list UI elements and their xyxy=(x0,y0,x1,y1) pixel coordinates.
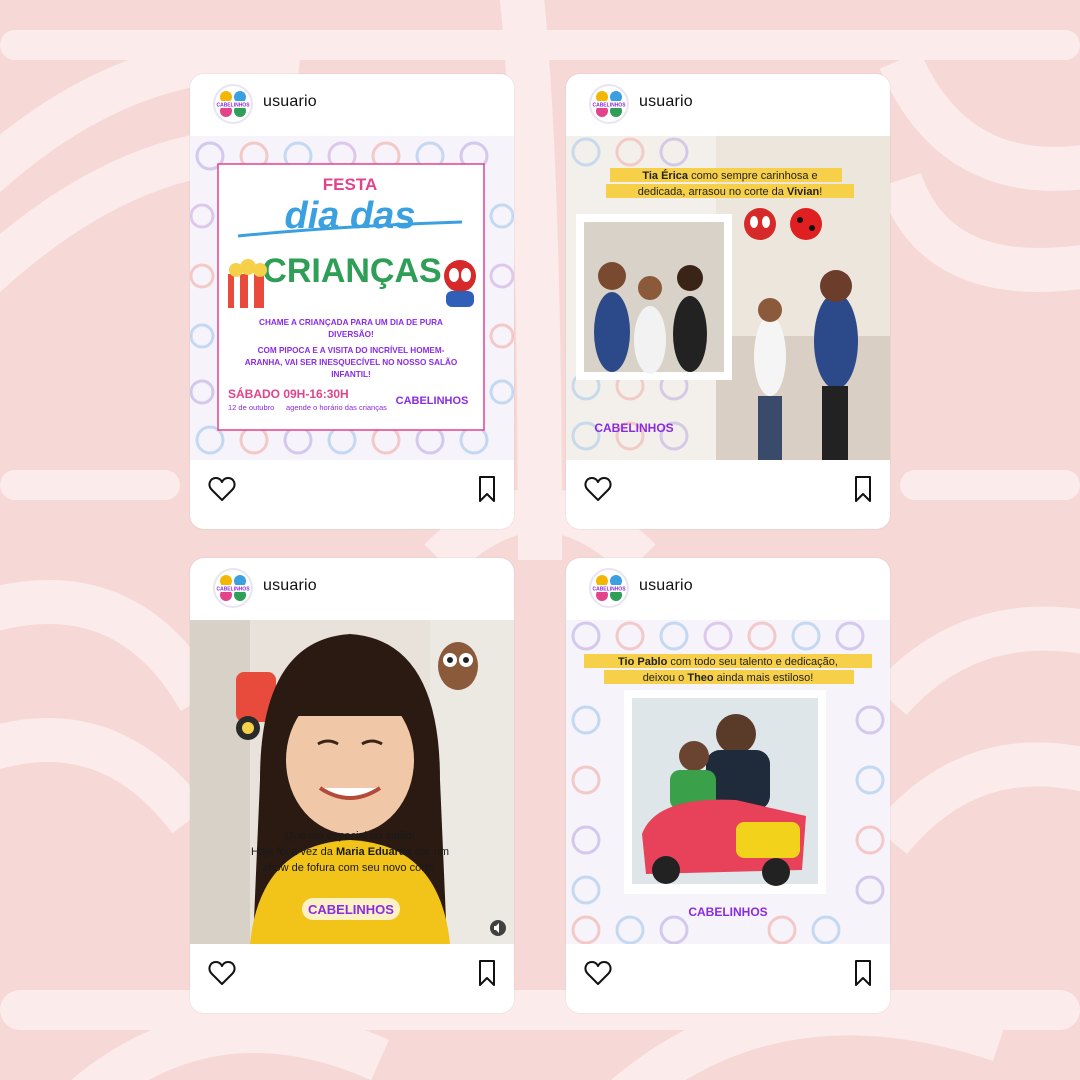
cabelinhos-logo-icon: CABELINHOS xyxy=(216,575,250,601)
flyer-line-4: ARANHA, VAI SER INESQUECÍVEL NO NOSSO SA… xyxy=(245,357,458,367)
heart-icon[interactable] xyxy=(208,960,236,986)
post-card-3: CABELINHOS usuario Que dia especial no s… xyxy=(190,558,514,1013)
mural-ladybug-icon xyxy=(790,208,822,240)
heart-icon[interactable] xyxy=(584,476,612,502)
mural-spiderman-icon xyxy=(744,208,776,240)
bookmark-icon[interactable] xyxy=(476,959,498,987)
flyer-date: 12 de outubro xyxy=(228,403,274,412)
cabelinhos-logo-avatar[interactable]: CABELINHOS xyxy=(213,84,253,124)
username[interactable]: usuario xyxy=(639,93,693,111)
post-actions xyxy=(566,464,890,514)
svg-text:CABELINHOS: CABELINHOS xyxy=(216,103,250,109)
post-image-tia-erica[interactable]: Tia Érica como sempre carinhosa e dedica… xyxy=(566,136,890,460)
post-image-maria-eduarda[interactable]: Que dia especial no salão! Hoje foi a ve… xyxy=(190,620,514,944)
post-card-1: CABELINHOS usuario FESTA dia das CRIANÇA… xyxy=(190,74,514,529)
heart-icon[interactable] xyxy=(208,476,236,502)
owl-decoration-icon xyxy=(438,642,478,690)
bookmark-icon[interactable] xyxy=(852,475,874,503)
svg-text:CABELINHOS: CABELINHOS xyxy=(592,587,626,593)
username[interactable]: usuario xyxy=(263,577,317,595)
flyer-festa: FESTA xyxy=(323,175,377,194)
caption-line-1: Que dia especial no salão! xyxy=(285,830,415,842)
caption-line-2: deixou o Theo ainda mais estiloso! xyxy=(643,672,814,684)
flyer-line-1: CHAME A CRIANÇADA PARA UM DIA DE PURA xyxy=(259,318,443,327)
cabelinhos-logo-icon: CABELINHOS xyxy=(592,575,626,601)
flyer-schedule: SÁBADO 09H-16:30H xyxy=(228,386,349,401)
background-pattern xyxy=(0,0,1080,1080)
caption-line-2: Hoje foi a vez da Maria Eduarda dar um xyxy=(251,846,449,858)
post-actions xyxy=(190,464,514,514)
cabelinhos-logo-icon: CABELINHOS xyxy=(592,91,626,117)
username[interactable]: usuario xyxy=(639,577,693,595)
post-card-2: CABELINHOS usuario Tia Érica como sempre… xyxy=(566,74,890,529)
svg-text:CABELINHOS: CABELINHOS xyxy=(216,587,250,593)
mute-icon[interactable] xyxy=(490,920,506,936)
flyer-criancas: CRIANÇAS xyxy=(262,252,441,290)
popcorn-icon xyxy=(228,259,267,308)
post-actions xyxy=(566,948,890,998)
svg-text:CABELINHOS: CABELINHOS xyxy=(592,103,626,109)
post-header: CABELINHOS usuario xyxy=(190,74,514,134)
post-header: CABELINHOS usuario xyxy=(190,558,514,618)
post-header: CABELINHOS usuario xyxy=(566,558,890,618)
cabelinhos-logo-icon: CABELINHOS xyxy=(216,91,250,117)
cabelinhos-logo-avatar[interactable]: CABELINHOS xyxy=(589,568,629,608)
post-actions xyxy=(190,948,514,998)
cabelinhos-logo-avatar[interactable]: CABELINHOS xyxy=(589,84,629,124)
spiderman-icon xyxy=(444,260,476,307)
post-header: CABELINHOS usuario xyxy=(566,74,890,134)
flyer-line-3: COM PIPOCA E A VISITA DO INCRÍVEL HOMEM- xyxy=(258,345,445,355)
post-image-festa-flyer[interactable]: FESTA dia das CRIANÇAS CHAME A CRIANÇADA… xyxy=(190,136,514,460)
brand-logo: CABELINHOS xyxy=(308,902,394,917)
flyer-line-2: DIVERSÃO! xyxy=(328,329,374,339)
flyer-booking: agende o horário das crianças xyxy=(286,403,387,412)
post-card-4: CABELINHOS usuario Tio Pablo com todo se… xyxy=(566,558,890,1013)
bookmark-icon[interactable] xyxy=(852,959,874,987)
brand-logo: CABELINHOS xyxy=(594,421,673,435)
flyer-brand: CABELINHOS xyxy=(396,395,469,407)
username[interactable]: usuario xyxy=(263,93,317,111)
brand-logo: CABELINHOS xyxy=(688,905,767,919)
cabelinhos-logo-avatar[interactable]: CABELINHOS xyxy=(213,568,253,608)
caption-line-3: show de fofura com seu novo corte. xyxy=(263,862,437,874)
bookmark-icon[interactable] xyxy=(476,475,498,503)
post-image-tio-pablo[interactable]: Tio Pablo com todo seu talento e dedicaç… xyxy=(566,620,890,944)
heart-icon[interactable] xyxy=(584,960,612,986)
caption-line-2: dedicada, arrasou no corte da Vivian! xyxy=(638,186,823,198)
caption-line-1: Tia Érica como sempre carinhosa e xyxy=(642,169,817,182)
caption-line-1: Tio Pablo com todo seu talento e dedicaç… xyxy=(618,656,838,668)
flyer-line-5: INFANTIL! xyxy=(331,370,371,379)
